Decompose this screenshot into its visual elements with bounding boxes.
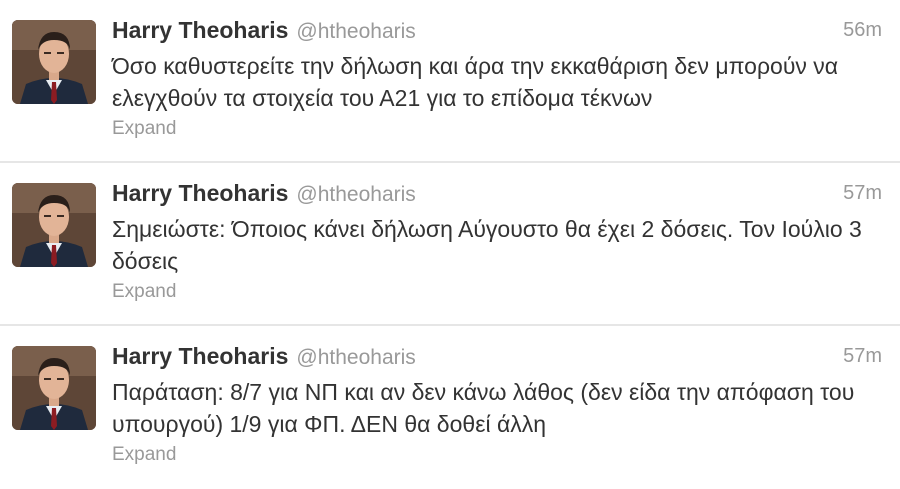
tweet-text: Σημειώστε: Όποιος κάνει δήλωση Αύγουστο … — [112, 216, 862, 274]
tweet-text: Παράταση: 8/7 για ΝΠ και αν δεν κάνω λάθ… — [112, 379, 855, 437]
avatar[interactable] — [12, 183, 96, 267]
tweet-item[interactable]: Harry Theoharis @htheoharis 56m Όσο καθυσ… — [0, 0, 900, 163]
tweet-timestamp[interactable]: 57m — [843, 345, 882, 368]
tweet-item[interactable]: Harry Theoharis @htheoharis 57m Σημειώστε… — [0, 163, 900, 326]
avatar[interactable] — [12, 20, 96, 104]
tweet-item[interactable]: Harry Theoharis @htheoharis 57m Παράταση:… — [0, 326, 900, 489]
tweet-text: Όσο καθυστερείτε την δήλωση και άρα την … — [112, 53, 839, 111]
author-handle[interactable]: @htheoharis — [296, 346, 415, 369]
tweet-header: Harry Theoharis @htheoharis 56m — [112, 17, 882, 49]
author-name[interactable]: Harry Theoharis — [112, 180, 288, 206]
avatar[interactable] — [12, 346, 96, 430]
expand-link[interactable]: Expand — [112, 444, 176, 466]
expand-link[interactable]: Expand — [112, 281, 176, 303]
tweet-header: Harry Theoharis @htheoharis 57m — [112, 343, 882, 375]
tweet-timestamp[interactable]: 57m — [843, 182, 882, 205]
expand-link[interactable]: Expand — [112, 118, 176, 140]
tweet-header: Harry Theoharis @htheoharis 57m — [112, 180, 882, 212]
tweet-timeline: Harry Theoharis @htheoharis 56m Όσο καθυσ… — [0, 0, 900, 489]
tweet-timestamp[interactable]: 56m — [843, 19, 882, 42]
author-handle[interactable]: @htheoharis — [296, 20, 415, 43]
author-name[interactable]: Harry Theoharis — [112, 343, 288, 369]
author-handle[interactable]: @htheoharis — [296, 183, 415, 206]
author-name[interactable]: Harry Theoharis — [112, 17, 288, 43]
